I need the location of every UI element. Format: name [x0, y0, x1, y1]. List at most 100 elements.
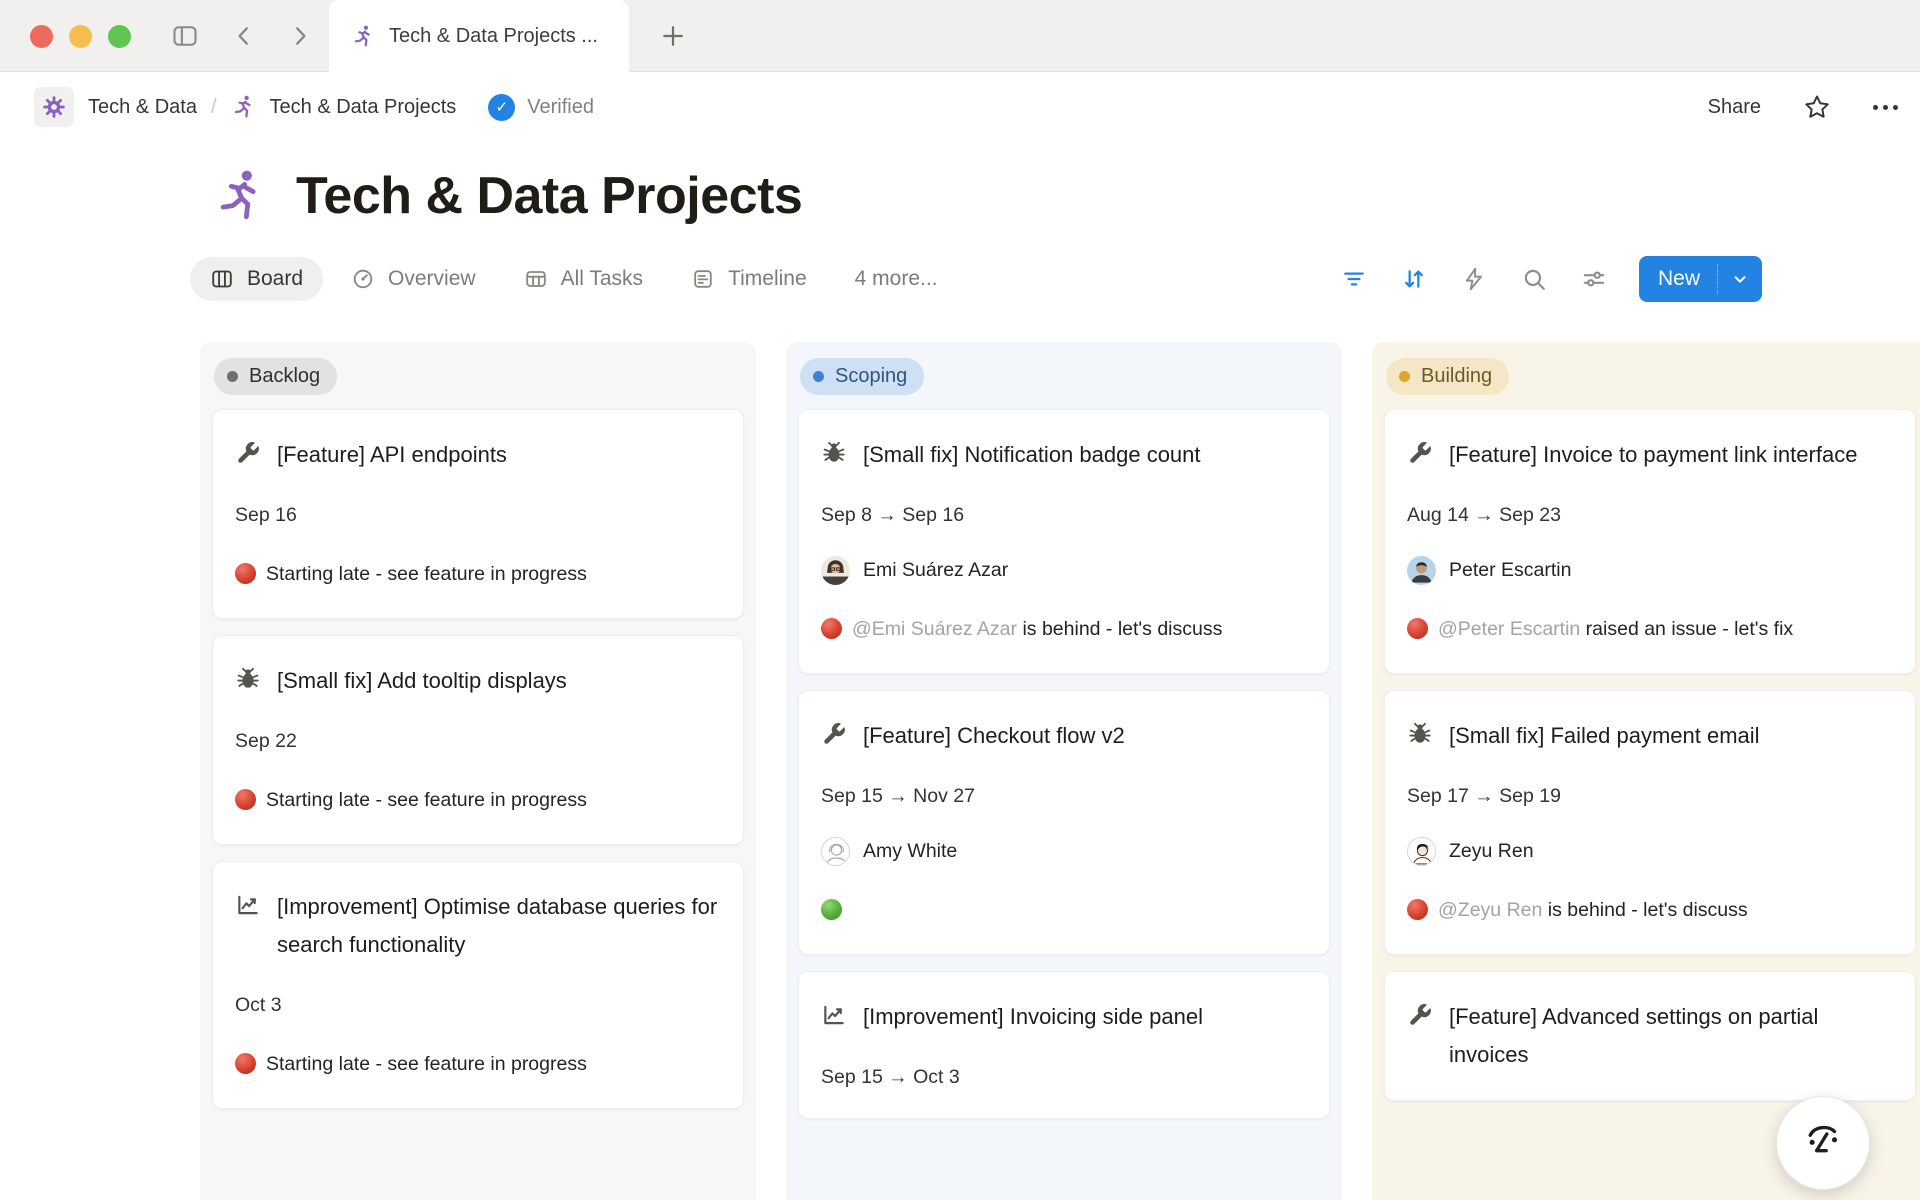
chevron-down-icon[interactable] [1718, 256, 1762, 302]
card-date: Sep 15 → Nov 27 [821, 781, 1307, 811]
card-title: [Feature] Invoice to payment link interf… [1449, 436, 1857, 474]
notion-ai-face-icon [1800, 1120, 1846, 1166]
new-tab-plus-icon[interactable] [659, 22, 687, 50]
minimize-window-button[interactable] [69, 25, 92, 48]
card-checkout-flow-v2[interactable]: [Feature] Checkout flow v2 Sep 15 → Nov … [798, 690, 1330, 955]
page-title[interactable]: Tech & Data Projects [296, 166, 802, 226]
timeline-icon [691, 267, 715, 291]
card-assignee: Zeyu Ren [1407, 837, 1893, 866]
card-failed-payment-email[interactable]: [Small fix] Failed payment email Sep 17 … [1384, 690, 1916, 955]
bug-icon [1407, 721, 1433, 755]
filter-icon[interactable] [1341, 266, 1367, 292]
share-button[interactable]: Share [1708, 96, 1761, 119]
column-building: Building [Feature] Invoice to payment li… [1372, 342, 1920, 1200]
red-circle-icon [1407, 618, 1428, 639]
column-backlog-pill[interactable]: Backlog [214, 358, 337, 395]
card-assignee: Amy White [821, 837, 1307, 866]
card-title: [Feature] Advanced settings on partial i… [1449, 998, 1893, 1074]
assignee-name: Amy White [863, 840, 957, 863]
assignee-name: Zeyu Ren [1449, 840, 1534, 863]
tab-title: Tech & Data Projects ... [389, 25, 598, 48]
card-date: Sep 8 → Sep 16 [821, 500, 1307, 530]
red-circle-icon [235, 789, 256, 810]
toolbar-actions: New [1307, 256, 1762, 302]
card-assignee: Peter Escartin [1407, 556, 1893, 585]
card-advanced-settings-partial-invoices[interactable]: [Feature] Advanced settings on partial i… [1384, 971, 1916, 1101]
card-title: [Small fix] Notification badge count [863, 436, 1201, 474]
card-title: [Feature] API endpoints [277, 436, 507, 474]
forward-icon[interactable] [287, 23, 313, 49]
card-status: Starting late - see feature in progress [235, 782, 721, 818]
window-controls [30, 25, 131, 48]
search-icon[interactable] [1521, 266, 1547, 292]
tab-timeline[interactable]: Timeline [671, 257, 827, 301]
column-building-pill[interactable]: Building [1386, 358, 1509, 395]
card-assignee: Emi Suárez Azar [821, 556, 1307, 585]
column-scoping-pill[interactable]: Scoping [800, 358, 924, 395]
tab-board[interactable]: Board [190, 257, 323, 301]
tab-more-views[interactable]: 4 more... [835, 257, 958, 301]
card-status: @Zeyu Ren is behind - let's discuss [1407, 892, 1893, 928]
breadcrumb-item-page[interactable]: Tech & Data Projects [231, 94, 457, 120]
browser-tab[interactable]: Tech & Data Projects ... [329, 0, 629, 72]
bug-icon [821, 440, 847, 474]
breadcrumb: Tech & Data / Tech & Data Projects ✓ Ver… [0, 72, 1920, 142]
window-titlebar: Tech & Data Projects ... [0, 0, 1920, 72]
page-header: Tech & Data Projects [212, 166, 1920, 226]
avatar [821, 556, 850, 585]
red-circle-icon [235, 563, 256, 584]
red-circle-icon [821, 618, 842, 639]
verified-badge[interactable]: ✓ Verified [488, 94, 594, 121]
card-invoice-to-payment-link[interactable]: [Feature] Invoice to payment link interf… [1384, 409, 1916, 674]
column-backlog: Backlog [Feature] API endpoints Sep 16 S… [200, 342, 756, 1200]
breadcrumb-item-workspace[interactable]: Tech & Data [88, 96, 197, 119]
tab-all-tasks[interactable]: All Tasks [504, 257, 663, 301]
favorite-star-icon[interactable] [1803, 93, 1831, 121]
card-invoicing-side-panel[interactable]: [Improvement] Invoicing side panel Sep 1… [798, 971, 1330, 1119]
card-date: Sep 15 → Oct 3 [821, 1062, 1307, 1092]
gear-icon [42, 95, 66, 119]
runner-icon [351, 24, 376, 49]
back-icon[interactable] [231, 23, 257, 49]
tab-all-tasks-label: All Tasks [561, 267, 643, 291]
card-title: [Improvement] Optimise database queries … [277, 888, 721, 964]
card-date: Sep 16 [235, 500, 721, 530]
tab-overview[interactable]: Overview [331, 257, 496, 301]
avatar [1407, 837, 1436, 866]
card-add-tooltip-displays[interactable]: [Small fix] Add tooltip displays Sep 22 … [212, 635, 744, 845]
card-optimise-database-queries[interactable]: [Improvement] Optimise database queries … [212, 861, 744, 1109]
avatar [821, 837, 850, 866]
close-window-button[interactable] [30, 25, 53, 48]
column-scoping: Scoping [Small fix] Notification badge c… [786, 342, 1342, 1200]
kanban-board: Backlog [Feature] API endpoints Sep 16 S… [200, 342, 1920, 1200]
board-icon [210, 267, 234, 291]
card-date: Aug 14 → Sep 23 [1407, 500, 1893, 530]
workspace-icon-box[interactable] [34, 87, 74, 127]
lightning-icon[interactable] [1461, 266, 1487, 292]
settings-sliders-icon[interactable] [1581, 266, 1607, 292]
zoom-window-button[interactable] [108, 25, 131, 48]
status-dot-icon [1399, 371, 1410, 382]
sidebar-toggle-icon[interactable] [169, 22, 201, 50]
bug-icon [235, 666, 261, 700]
sort-icon[interactable] [1401, 266, 1427, 292]
table-icon [524, 267, 548, 291]
red-circle-icon [1407, 899, 1428, 920]
avatar [1407, 556, 1436, 585]
card-status: @Peter Escartin raised an issue - let's … [1407, 611, 1893, 647]
tab-timeline-label: Timeline [728, 267, 807, 291]
green-circle-icon [821, 899, 842, 920]
notion-ai-button[interactable] [1776, 1096, 1870, 1190]
tab-overview-label: Overview [388, 267, 476, 291]
views-toolbar: Board Overview All Tasks Timeline 4 more… [190, 256, 1762, 302]
card-api-endpoints[interactable]: [Feature] API endpoints Sep 16 Starting … [212, 409, 744, 619]
tab-more-views-label: 4 more... [855, 267, 938, 291]
card-status: Starting late - see feature in progress [235, 556, 721, 592]
card-title: [Small fix] Add tooltip displays [277, 662, 567, 700]
column-building-label: Building [1421, 365, 1492, 388]
new-button[interactable]: New [1639, 256, 1762, 302]
more-options-icon[interactable] [1873, 105, 1898, 110]
card-notification-badge-count[interactable]: [Small fix] Notification badge count Sep… [798, 409, 1330, 674]
chart-icon [821, 1002, 847, 1036]
breadcrumb-item-page-label: Tech & Data Projects [270, 96, 457, 119]
